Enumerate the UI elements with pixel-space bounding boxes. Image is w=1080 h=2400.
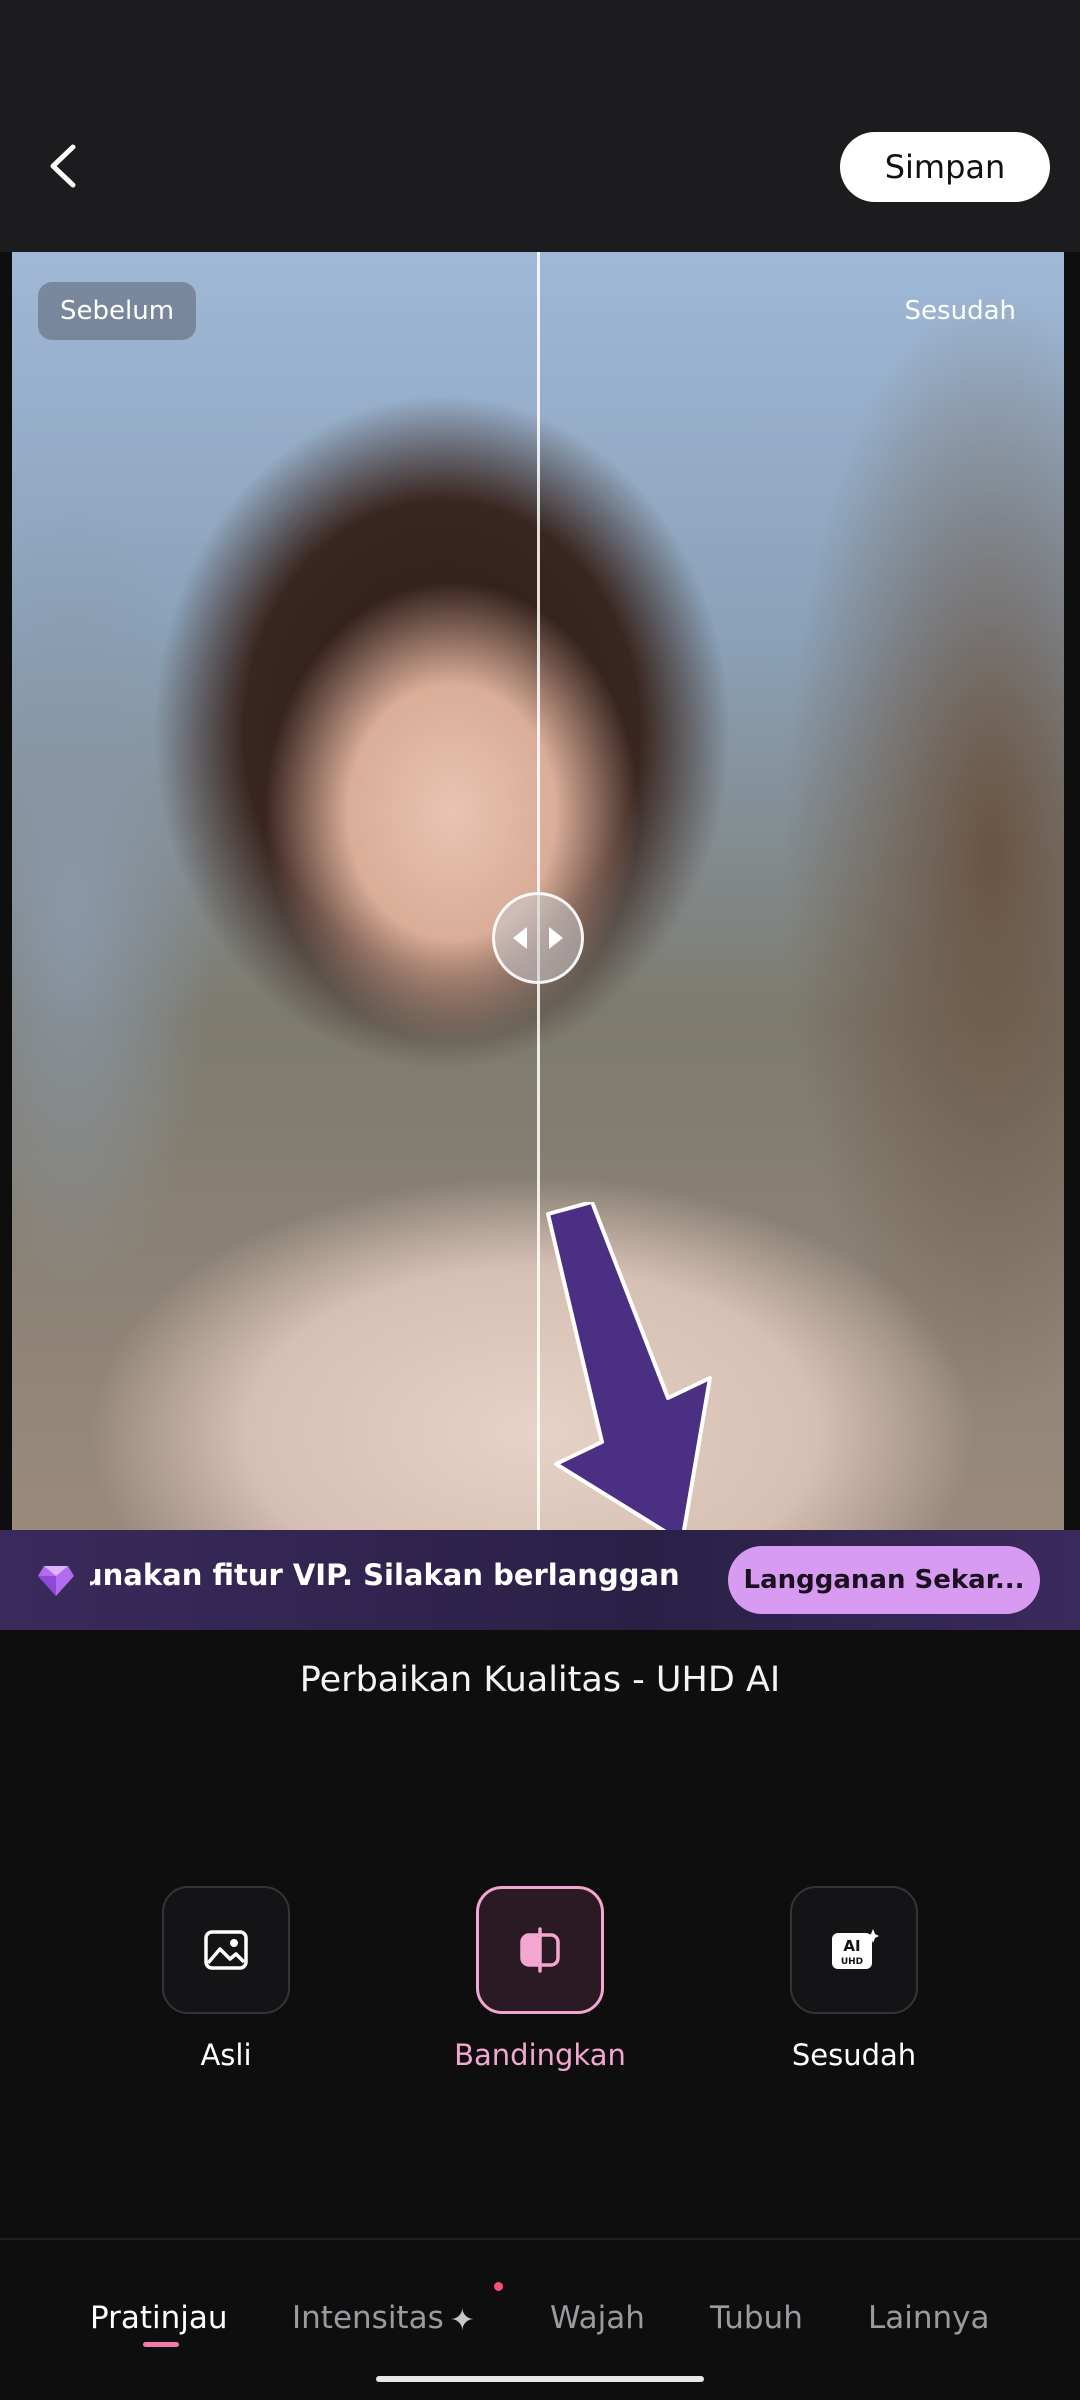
back-button[interactable] (34, 134, 90, 198)
vip-message: unakan fitur VIP. Silakan berlanggan (90, 1558, 700, 1592)
subscribe-now-button[interactable]: Langganan Sekar... (728, 1546, 1040, 1614)
photo-preview[interactable]: Sebelum Sesudah (12, 252, 1064, 1530)
diamond-gem-icon (38, 1566, 74, 1596)
top-bar: Simpan (0, 0, 1080, 252)
mode-after-box[interactable]: AI UHD (790, 1886, 918, 2014)
mode-compare[interactable]: Bandingkan (440, 1886, 640, 2072)
image-icon (204, 1930, 248, 1970)
tab-preview[interactable]: Pratinjau (90, 2300, 228, 2336)
compare-slider-handle[interactable] (492, 892, 584, 984)
compare-divider[interactable] (537, 252, 540, 1530)
compare-icon (520, 1927, 560, 1973)
tab-more[interactable]: Lainnya (868, 2300, 990, 2336)
vip-message-text: unakan fitur VIP. Silakan berlanggan (90, 1558, 680, 1592)
sparkle-icon: ✦ (449, 2303, 475, 2338)
active-tab-indicator (143, 2342, 179, 2347)
svg-text:AI: AI (843, 1937, 860, 1955)
mode-after-label: Sesudah (791, 2038, 917, 2072)
tab-face[interactable]: Wajah (550, 2300, 645, 2336)
mode-compare-label: Bandingkan (454, 2038, 626, 2072)
feature-title: Perbaikan Kualitas - UHD AI (299, 1660, 781, 1700)
vip-banner: unakan fitur VIP. Silakan berlanggan Lan… (0, 1530, 1080, 1630)
mode-original-box[interactable] (162, 1886, 290, 2014)
after-label: Sesudah (904, 296, 1016, 326)
home-indicator[interactable] (376, 2376, 704, 2382)
mode-compare-box[interactable] (476, 1886, 604, 2014)
arrow-overlay-icon (546, 1202, 712, 1530)
svg-text:UHD: UHD (841, 1957, 863, 1967)
save-button[interactable]: Simpan (840, 132, 1050, 202)
mode-after[interactable]: AI UHD Sesudah (754, 1886, 954, 2072)
view-mode-selector: Asli Bandingkan AI UHD Sesudah (0, 1886, 1080, 2086)
tab-intensity[interactable]: Intensitas ✦ (292, 2300, 475, 2338)
ai-uhd-icon: AI UHD (832, 1929, 879, 1969)
before-label: Sebelum (38, 282, 197, 340)
compare-slider-icon (513, 927, 563, 949)
mode-original[interactable]: Asli (126, 1886, 326, 2072)
tab-body[interactable]: Tubuh (710, 2300, 803, 2336)
tab-intensity-label: Intensitas (292, 2300, 444, 2336)
new-indicator-dot (494, 2282, 503, 2291)
chevron-left-icon (50, 144, 76, 188)
mode-original-label: Asli (200, 2038, 252, 2072)
